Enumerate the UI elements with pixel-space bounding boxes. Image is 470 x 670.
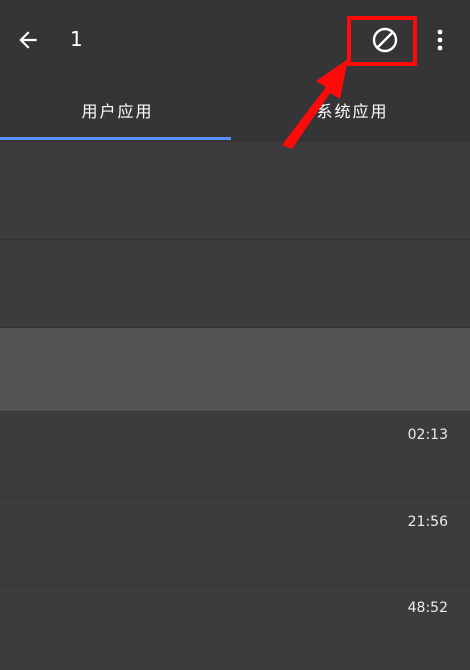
toolbar: 1 [0,0,470,78]
tab-system-apps[interactable]: 系统应用 [235,78,470,142]
arrow-left-icon [19,31,37,49]
tab-bar: 用户应用 系统应用 [0,78,470,142]
list-item-time: 48:52 [407,600,448,616]
back-button[interactable] [10,22,46,58]
block-button[interactable] [363,22,407,58]
list-item-time: 21:56 [407,514,448,530]
list-item[interactable]: 21:56 [0,498,470,586]
tab-indicator [0,137,231,140]
list-item[interactable] [0,152,470,240]
list-item[interactable]: 02:13 [0,412,470,498]
page-title: 1 [70,27,83,51]
list-item-time: 02:13 [407,427,448,443]
list-item-selected[interactable] [0,328,470,412]
block-icon [372,27,398,53]
tab-user-apps[interactable]: 用户应用 [0,78,235,142]
app-screen: 1 用户应用 系统应用 02:13 21:56 48:52 [0,0,470,670]
more-vert-icon [437,29,443,51]
list-item[interactable] [0,240,470,328]
more-options-button[interactable] [424,22,456,58]
list-item[interactable]: 48:52 [0,586,470,670]
